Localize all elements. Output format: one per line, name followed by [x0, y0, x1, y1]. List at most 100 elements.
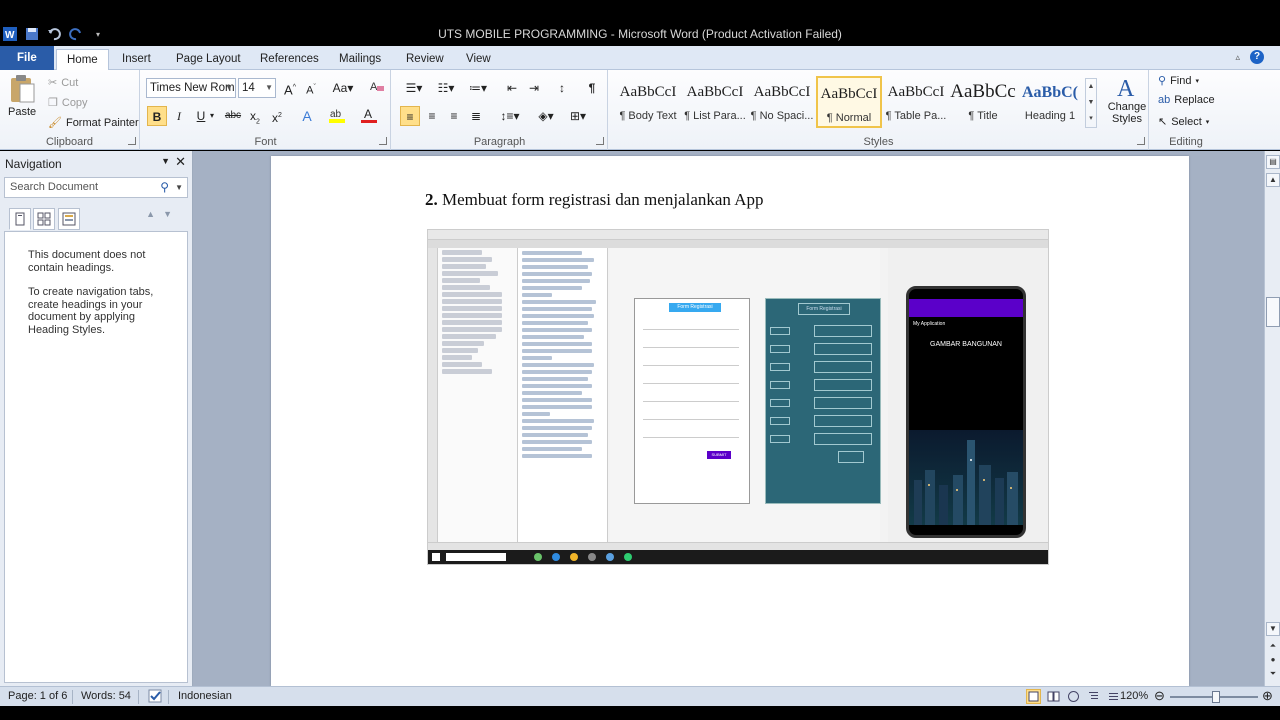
replace-button[interactable]: ab Replace: [1158, 94, 1215, 106]
show-formatting-icon[interactable]: ¶: [582, 78, 602, 98]
align-left-button[interactable]: ≡: [400, 106, 420, 126]
copy-button[interactable]: ❐ Copy: [48, 96, 88, 110]
zoom-slider-thumb[interactable]: [1212, 691, 1220, 703]
ruler-toggle-icon[interactable]: ▤: [1266, 155, 1280, 169]
web-layout-icon[interactable]: [1066, 689, 1081, 704]
change-case-icon[interactable]: Aa▾: [330, 78, 356, 98]
tab-mailings[interactable]: Mailings: [329, 49, 391, 70]
style-table-paragraph[interactable]: AaBbCcI ¶ Table Pa...: [883, 76, 949, 128]
search-icon[interactable]: ⚲: [160, 178, 169, 197]
styles-scroll[interactable]: ▲ ▼ ▾: [1085, 78, 1097, 128]
scroll-down-icon[interactable]: ▼: [1266, 622, 1280, 636]
tab-page-layout[interactable]: Page Layout: [166, 49, 251, 70]
font-group: Times New Rom ▼ 14 ▼ A^ Aˇ Aa▾ A B I U ▾ a…: [141, 70, 391, 150]
tab-pages[interactable]: [33, 208, 55, 230]
outline-view-icon[interactable]: [1086, 689, 1101, 704]
style-title[interactable]: AaBbCc ¶ Title: [950, 76, 1016, 128]
find-button[interactable]: ⚲ Find ▾: [1158, 74, 1199, 88]
svg-text:A: A: [1117, 76, 1135, 100]
numbering-icon[interactable]: ☷▾: [432, 78, 460, 98]
nav-previous-next-arrows[interactable]: ▲▼: [146, 209, 180, 219]
paste-button[interactable]: Paste: [8, 74, 36, 118]
draft-view-icon[interactable]: [1106, 689, 1121, 704]
tab-view[interactable]: View: [456, 49, 501, 70]
style-sample: AaBbCc: [950, 81, 1016, 102]
bold-button[interactable]: B: [147, 106, 167, 126]
tab-results[interactable]: [58, 208, 80, 230]
shrink-font-icon[interactable]: Aˇ: [301, 78, 321, 98]
tab-headings[interactable]: [9, 208, 31, 230]
submit-button-preview: SUBMIT: [707, 451, 731, 459]
strikethrough-button[interactable]: abc: [223, 106, 243, 126]
style-body-text[interactable]: AaBbCcI ¶ Body Text: [615, 76, 681, 128]
italic-button[interactable]: I: [169, 106, 189, 126]
decrease-indent-icon[interactable]: ⇤: [502, 78, 522, 98]
select-browse-object-icon[interactable]: ●: [1266, 654, 1280, 668]
document-heading[interactable]: 2. Membuat form registrasi dan menjalank…: [425, 190, 764, 210]
font-name-combo[interactable]: Times New Rom ▼: [146, 78, 236, 98]
tab-file[interactable]: File: [0, 46, 54, 70]
highlight-icon[interactable]: ab: [327, 106, 347, 126]
language[interactable]: Indonesian: [178, 690, 232, 702]
select-button[interactable]: ↖ Select ▾: [1158, 115, 1209, 129]
cut-button[interactable]: ✂ Cut: [48, 76, 78, 90]
search-document-input[interactable]: Search Document ⚲ ▼: [4, 177, 188, 198]
style-normal[interactable]: AaBbCcI ¶ Normal: [816, 76, 882, 128]
proofing-icon[interactable]: [148, 688, 164, 707]
multilevel-list-icon[interactable]: ≔▾: [464, 78, 492, 98]
zoom-in-icon[interactable]: ⊕: [1262, 688, 1273, 704]
help-icon[interactable]: ?: [1250, 50, 1264, 64]
embedded-screenshot[interactable]: Form Registrasi SUBMIT Form Registrasi M…: [427, 229, 1049, 565]
tab-references[interactable]: References: [250, 49, 329, 70]
nav-pane-menu-icon[interactable]: ▼: [161, 156, 170, 166]
underline-dropdown-icon[interactable]: ▾: [207, 106, 217, 126]
align-right-button[interactable]: ≡: [444, 106, 464, 126]
style-list-paragraph[interactable]: AaBbCcI ¶ List Para...: [682, 76, 748, 128]
next-page-icon[interactable]: ⏷: [1266, 668, 1280, 682]
document-page[interactable]: 2. Membuat form registrasi dan menjalank…: [271, 156, 1189, 686]
style-no-spacing[interactable]: AaBbCcI ¶ No Spaci...: [749, 76, 815, 128]
scroll-up-icon[interactable]: ▲: [1266, 173, 1280, 187]
styles-launcher-icon[interactable]: [1137, 137, 1145, 145]
full-screen-reading-icon[interactable]: [1046, 689, 1061, 704]
font-size-combo[interactable]: 14 ▼: [238, 78, 276, 98]
style-name: ¶ Normal: [826, 112, 872, 124]
style-heading-1[interactable]: AaBbC( Heading 1: [1017, 76, 1083, 128]
format-painter-button[interactable]: 🖌 Format Painter: [48, 116, 139, 130]
paragraph-launcher-icon[interactable]: [596, 137, 604, 145]
page-count[interactable]: Page: 1 of 6: [8, 690, 67, 702]
clipboard-launcher-icon[interactable]: [128, 137, 136, 145]
subscript-button[interactable]: x2: [245, 106, 265, 126]
increase-indent-icon[interactable]: ⇥: [524, 78, 544, 98]
svg-text:A: A: [370, 81, 378, 93]
superscript-button[interactable]: x2: [267, 106, 287, 126]
search-options-icon[interactable]: ▼: [175, 178, 183, 197]
change-styles-button[interactable]: A Change Styles: [1105, 74, 1149, 125]
clipboard-group: Paste ✂ Cut ❐ Copy 🖌 Format Painter Clipboa…: [0, 70, 140, 150]
word-count[interactable]: Words: 54: [81, 690, 131, 702]
close-icon[interactable]: ✕: [175, 154, 186, 170]
font-color-icon[interactable]: A: [359, 106, 379, 126]
borders-icon[interactable]: ⊞▾: [564, 106, 592, 126]
text-effects-icon[interactable]: A: [297, 106, 317, 126]
previous-page-icon[interactable]: ⏶: [1266, 640, 1280, 654]
sort-icon[interactable]: ↕: [552, 78, 572, 98]
minimize-ribbon-icon[interactable]: ▵: [1235, 52, 1240, 63]
bullets-icon[interactable]: ☰▾: [400, 78, 428, 98]
shading-icon[interactable]: ◈▾: [532, 106, 560, 126]
justify-button[interactable]: ≣: [466, 106, 486, 126]
zoom-out-icon[interactable]: ⊖: [1154, 688, 1165, 704]
tab-review[interactable]: Review: [396, 49, 454, 70]
vertical-scrollbar[interactable]: ▤ ▲ ▼ ⏶ ● ⏷: [1264, 151, 1280, 686]
grow-font-icon[interactable]: A^: [280, 78, 300, 98]
font-launcher-icon[interactable]: [379, 137, 387, 145]
tab-insert[interactable]: Insert: [112, 49, 161, 70]
tab-home[interactable]: Home: [56, 49, 109, 70]
zoom-level[interactable]: 120%: [1120, 690, 1148, 702]
align-center-button[interactable]: ≡: [422, 106, 442, 126]
ribbon-tab-bar: File Home Insert Page Layout References …: [0, 46, 1280, 70]
scroll-thumb[interactable]: [1266, 297, 1280, 327]
print-layout-view-icon[interactable]: [1026, 689, 1041, 704]
line-spacing-icon[interactable]: ↕≡▾: [496, 106, 524, 126]
clear-formatting-icon[interactable]: A: [367, 78, 387, 98]
